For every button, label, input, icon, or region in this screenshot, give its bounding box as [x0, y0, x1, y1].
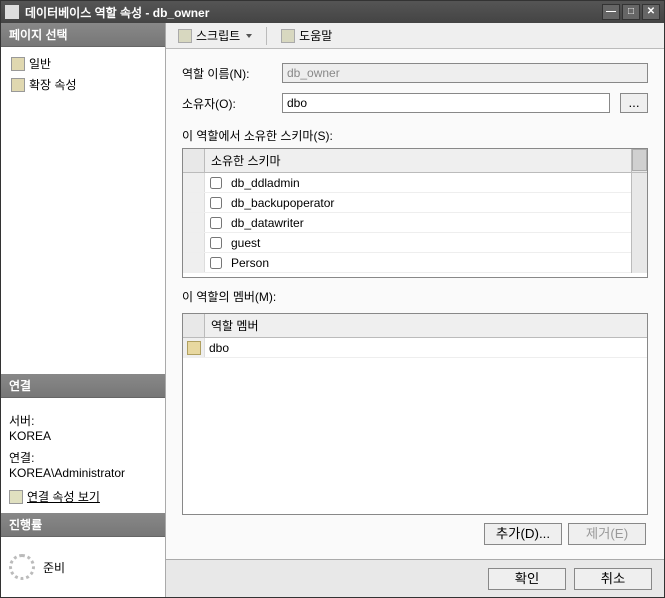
toolbar: 스크립트 도움말 [166, 23, 664, 49]
help-button[interactable]: 도움말 [275, 25, 338, 46]
schema-row[interactable]: Person [183, 253, 631, 273]
schema-row[interactable]: db_ddladmin [183, 173, 631, 193]
dialog-window: 데이터베이스 역할 속성 - db_owner — □ ✕ 페이지 선택 일반 … [0, 0, 665, 598]
schema-name-cell: Person [227, 256, 631, 270]
members-section-label: 이 역할의 멤버(M): [182, 288, 648, 305]
grid-corner [183, 149, 205, 172]
minimize-button[interactable]: — [602, 4, 620, 20]
sidebar: 페이지 선택 일반 확장 속성 연결 서버: KOREA 연결: KOREA\A… [1, 23, 166, 597]
members-column-header[interactable]: 역할 멤버 [205, 314, 647, 337]
role-name-row: 역할 이름(N): [182, 63, 648, 83]
close-button[interactable]: ✕ [642, 4, 660, 20]
row-header [183, 253, 205, 272]
progress-panel: 준비 [1, 537, 165, 597]
schema-checkbox[interactable] [210, 177, 222, 189]
chevron-down-icon [246, 34, 252, 38]
owner-input[interactable] [282, 93, 610, 113]
cancel-button[interactable]: 취소 [574, 568, 652, 590]
toolbar-separator [266, 27, 267, 45]
progress-status: 준비 [43, 559, 65, 576]
owner-label: 소유자(O): [182, 95, 272, 112]
member-row[interactable]: dbo [183, 338, 647, 358]
schema-name-cell: db_datawriter [227, 216, 631, 230]
schema-checkbox-cell [205, 257, 227, 269]
owner-row: 소유자(O): ... [182, 93, 648, 113]
schema-checkbox[interactable] [210, 197, 222, 209]
title-bar[interactable]: 데이터베이스 역할 속성 - db_owner — □ ✕ [1, 1, 664, 23]
sidebar-item-label: 확장 속성 [29, 76, 77, 93]
remove-member-button: 제거(E) [568, 523, 646, 545]
connection-label: 연결: [9, 449, 157, 466]
schema-checkbox[interactable] [210, 257, 222, 269]
connection-header: 연결 [1, 374, 165, 398]
schema-name-cell: db_backupoperator [227, 196, 631, 210]
script-button[interactable]: 스크립트 [172, 25, 258, 46]
schema-checkbox-cell [205, 217, 227, 229]
user-icon [187, 341, 201, 355]
schema-name-cell: guest [227, 236, 631, 250]
maximize-button[interactable]: □ [622, 4, 640, 20]
row-header [183, 173, 205, 192]
owner-browse-button[interactable]: ... [620, 93, 648, 113]
row-header [183, 233, 205, 252]
pages-header: 페이지 선택 [1, 23, 165, 47]
dialog-body: 페이지 선택 일반 확장 속성 연결 서버: KOREA 연결: KOREA\A… [1, 23, 664, 597]
properties-icon [9, 490, 23, 504]
members-grid: 역할 멤버 dbo [182, 313, 648, 515]
schema-row[interactable]: db_datawriter [183, 213, 631, 233]
schema-row[interactable]: guest [183, 233, 631, 253]
member-name-cell: dbo [205, 341, 647, 355]
schemas-section-label: 이 역할에서 소유한 스키마(S): [182, 127, 648, 144]
sidebar-item-label: 일반 [29, 55, 51, 72]
form-area: 역할 이름(N): 소유자(O): ... 이 역할에서 소유한 스키마(S):… [166, 49, 664, 559]
grid-scrollbar-body[interactable] [631, 173, 647, 273]
main-panel: 스크립트 도움말 역할 이름(N): 소유자(O): ... [166, 23, 664, 597]
connection-value: KOREA\Administrator [9, 466, 157, 480]
schema-name-cell: db_ddladmin [227, 176, 631, 190]
row-header [183, 213, 205, 232]
page-icon [11, 57, 25, 71]
sidebar-item-general[interactable]: 일반 [7, 53, 159, 74]
schema-row[interactable]: db_backupoperator [183, 193, 631, 213]
server-value: KOREA [9, 429, 157, 443]
connection-panel: 서버: KOREA 연결: KOREA\Administrator 연결 속성 … [1, 398, 165, 513]
progress-header: 진행률 [1, 513, 165, 537]
grid-header-row: 역할 멤버 [183, 314, 647, 338]
schemas-column-header[interactable]: 소유한 스키마 [205, 149, 631, 172]
schemas-grid: 소유한 스키마 db_ddladmindb_backupoperatordb_d… [182, 148, 648, 278]
row-header [183, 193, 205, 212]
grid-header-row: 소유한 스키마 [183, 149, 647, 173]
members-rows: dbo [183, 338, 647, 514]
schema-checkbox[interactable] [210, 237, 222, 249]
help-icon [281, 29, 295, 43]
ok-button[interactable]: 확인 [488, 568, 566, 590]
member-buttons-row: 추가(D)... 제거(E) [182, 515, 648, 553]
sidebar-item-extended-properties[interactable]: 확장 속성 [7, 74, 159, 95]
script-icon [178, 29, 192, 43]
link-label: 연결 속성 보기 [27, 488, 100, 505]
pages-list: 일반 확장 속성 [1, 47, 165, 374]
add-member-button[interactable]: 추가(D)... [484, 523, 562, 545]
role-name-input [282, 63, 648, 83]
window-title: 데이터베이스 역할 속성 - db_owner [25, 4, 209, 21]
button-label: 도움말 [299, 27, 332, 44]
dialog-footer: 확인 취소 [166, 559, 664, 597]
role-name-label: 역할 이름(N): [182, 65, 272, 82]
schema-checkbox-cell [205, 237, 227, 249]
page-icon [11, 78, 25, 92]
grid-corner [183, 314, 205, 337]
server-label: 서버: [9, 412, 157, 429]
scrollbar-thumb[interactable] [632, 149, 647, 171]
row-header [183, 338, 205, 357]
button-label: 스크립트 [196, 27, 240, 44]
schema-checkbox-cell [205, 197, 227, 209]
schemas-rows: db_ddladmin db_backupoperator db_datawrite… [183, 173, 631, 273]
app-icon [5, 5, 19, 19]
view-connection-properties-link[interactable]: 연결 속성 보기 [9, 488, 157, 505]
schema-checkbox[interactable] [210, 217, 222, 229]
grid-scrollbar[interactable] [631, 149, 647, 172]
progress-spinner-icon [9, 554, 35, 580]
schema-checkbox-cell [205, 177, 227, 189]
